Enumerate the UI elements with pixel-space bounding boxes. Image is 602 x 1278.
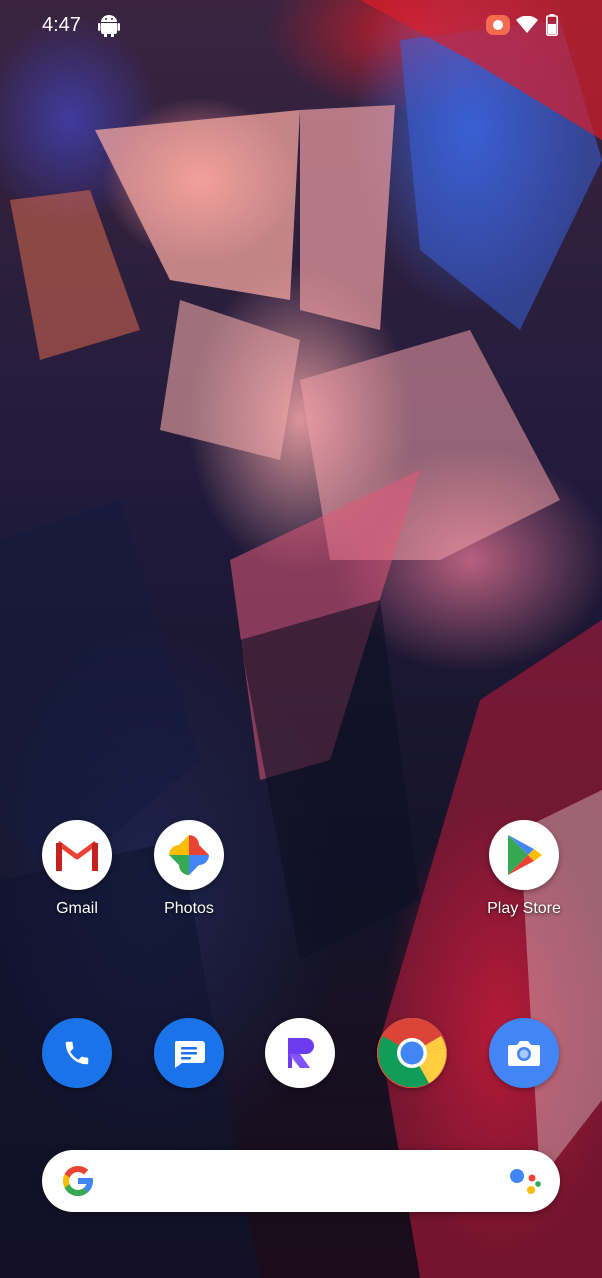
app-r-icon — [265, 1018, 335, 1088]
photos-icon — [154, 820, 224, 890]
chrome-icon — [377, 1018, 447, 1088]
google-assistant-icon[interactable] — [508, 1166, 542, 1198]
phone-icon — [42, 1018, 112, 1088]
messages-icon — [154, 1018, 224, 1088]
app-label: Play Store — [487, 900, 561, 917]
dock-phone[interactable] — [22, 1018, 132, 1088]
dock-app-r[interactable] — [245, 1018, 355, 1088]
google-search-bar[interactable] — [42, 1150, 560, 1212]
screen-record-icon — [486, 15, 510, 35]
clock: 4:47 — [42, 14, 81, 36]
battery-icon — [546, 14, 558, 36]
gmail-icon — [42, 820, 112, 890]
play-store-icon — [489, 820, 559, 890]
app-gmail[interactable]: Gmail — [22, 820, 132, 918]
dock-chrome[interactable] — [357, 1018, 467, 1088]
google-g-icon — [63, 1166, 93, 1196]
app-label: Photos — [164, 900, 214, 917]
dock-camera[interactable] — [469, 1018, 579, 1088]
wifi-icon — [516, 16, 538, 33]
status-bar: 4:47 — [0, 0, 602, 52]
app-photos[interactable]: Photos — [134, 820, 244, 918]
app-play-store[interactable]: Play Store — [469, 820, 579, 918]
dock-messages[interactable] — [134, 1018, 244, 1088]
android-icon — [98, 15, 120, 37]
camera-icon — [489, 1018, 559, 1088]
app-label: Gmail — [56, 900, 98, 917]
